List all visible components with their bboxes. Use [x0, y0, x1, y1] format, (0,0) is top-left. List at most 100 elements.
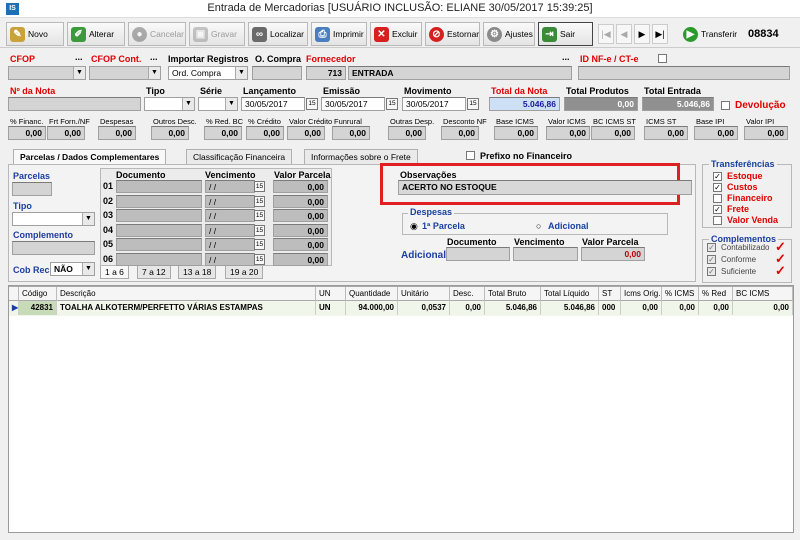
tax-field[interactable]: 0,00: [151, 126, 189, 140]
parcela-vencimento-field[interactable]: / /: [205, 209, 255, 222]
id-nfe-checkbox[interactable]: [658, 54, 667, 63]
parcela-documento-field[interactable]: [116, 194, 202, 208]
ajustes-button[interactable]: ⚙ Ajustes: [483, 22, 535, 46]
calendar-icon[interactable]: 15: [254, 181, 265, 192]
localizar-button[interactable]: ∞ Localizar: [248, 22, 308, 46]
id-nfe-field[interactable]: [578, 66, 790, 80]
despesa-vencimento-field[interactable]: [513, 247, 578, 261]
calendar-icon[interactable]: 15: [306, 98, 318, 110]
next-record-icon[interactable]: ▶: [634, 24, 650, 44]
tax-field[interactable]: 0,00: [441, 126, 479, 140]
parcela-documento-field[interactable]: [116, 238, 202, 251]
tipo-select[interactable]: ▼: [144, 97, 195, 111]
first-record-icon[interactable]: |◀: [598, 24, 614, 44]
column-header[interactable]: ST: [599, 287, 621, 301]
calendar-icon[interactable]: 15: [254, 195, 265, 207]
parcela-valor-field[interactable]: 0,00: [273, 252, 328, 266]
parcelas-page-tab[interactable]: 13 a 18: [178, 266, 217, 279]
tab-parcelas[interactable]: Parcelas / Dados Complementares: [13, 149, 167, 165]
tab-classificacao[interactable]: Classificação Financeira: [186, 149, 293, 165]
tax-field[interactable]: 0,00: [246, 126, 284, 140]
gravar-button[interactable]: ▣ Gravar: [189, 22, 245, 46]
parcela-vencimento-field[interactable]: / /: [205, 238, 255, 251]
despesa-valor-field[interactable]: 0,00: [581, 247, 645, 261]
column-header[interactable]: UN: [316, 287, 346, 301]
parcela-vencimento-field[interactable]: / /: [205, 223, 255, 237]
parcela-documento-field[interactable]: [116, 209, 202, 222]
column-header[interactable]: Código: [19, 287, 57, 301]
last-record-icon[interactable]: ▶|: [652, 24, 668, 44]
parcela-documento-field[interactable]: [116, 180, 202, 193]
despesa-documento-field[interactable]: [446, 247, 510, 261]
parcelas-page-tab[interactable]: 1 a 6: [100, 266, 129, 279]
parcelas-page-tab[interactable]: 7 a 12: [137, 266, 171, 279]
transferir-button[interactable]: ▶ Transferir: [680, 22, 744, 46]
tax-field[interactable]: 0,00: [47, 126, 85, 140]
novo-button[interactable]: ✎ Novo: [6, 22, 64, 46]
parcela-valor-field[interactable]: 0,00: [273, 223, 328, 237]
emissao-field[interactable]: 30/05/2017: [321, 97, 385, 111]
tax-field[interactable]: 0,00: [287, 126, 325, 140]
column-header[interactable]: BC ICMS: [733, 287, 793, 301]
parcela-documento-field[interactable]: [116, 252, 202, 266]
tax-field[interactable]: 0,00: [744, 126, 788, 140]
alterar-button[interactable]: ✐ Alterar: [67, 22, 125, 46]
cfop-lookup-icon[interactable]: ...: [75, 52, 83, 62]
ocompra-field[interactable]: [252, 66, 302, 80]
cfop-cont-select[interactable]: ▼: [89, 66, 161, 80]
sair-button[interactable]: ⇥ Sair: [538, 22, 593, 46]
importar-select[interactable]: Ord. Compra ▼: [168, 66, 248, 80]
transfer-checkbox[interactable]: ✓: [713, 205, 722, 214]
devolucao-checkbox[interactable]: [721, 101, 730, 110]
parcela-valor-field[interactable]: 0,00: [273, 180, 328, 193]
parcela-valor-field[interactable]: 0,00: [273, 194, 328, 208]
tax-field[interactable]: 0,00: [494, 126, 538, 140]
calendar-icon[interactable]: 15: [386, 98, 398, 110]
column-header[interactable]: Icms Orig.: [621, 287, 662, 301]
excluir-button[interactable]: ✕ Excluir: [370, 22, 422, 46]
parcela-valor-field[interactable]: 0,00: [273, 238, 328, 251]
transfer-checkbox[interactable]: ✓: [713, 172, 722, 181]
tax-field[interactable]: 0,00: [388, 126, 426, 140]
radio-adicional-icon[interactable]: ○: [536, 221, 541, 231]
imprimir-button[interactable]: ⎙ Imprimir: [311, 22, 367, 46]
complemento-checkbox[interactable]: ✓: [707, 243, 716, 252]
fornecedor-name[interactable]: ENTRADA: [348, 66, 572, 80]
prev-record-icon[interactable]: ◀: [616, 24, 632, 44]
column-header[interactable]: Desc.: [450, 287, 485, 301]
column-header[interactable]: Descrição: [57, 287, 316, 301]
radio-1a-parcela-icon[interactable]: ◉: [410, 221, 418, 232]
calendar-icon[interactable]: 15: [467, 98, 479, 110]
calendar-icon[interactable]: 15: [254, 210, 265, 221]
tax-field[interactable]: 0,00: [644, 126, 688, 140]
total-nota-field[interactable]: 5.046,86: [489, 97, 560, 111]
complemento-field[interactable]: [12, 241, 95, 255]
lancamento-field[interactable]: 30/05/2017: [241, 97, 305, 111]
complemento-checkbox[interactable]: ✓: [707, 255, 716, 264]
nota-field[interactable]: [8, 97, 141, 111]
movimento-field[interactable]: 30/05/2017: [402, 97, 466, 111]
column-header[interactable]: Total Bruto: [485, 287, 541, 301]
parcela-valor-field[interactable]: 0,00: [273, 209, 328, 222]
column-header[interactable]: Quantidade: [346, 287, 398, 301]
parcelas-field[interactable]: [12, 182, 52, 196]
column-header[interactable]: % ICMS: [662, 287, 699, 301]
cancelar-button[interactable]: ● Cancelar: [128, 22, 186, 46]
tax-field[interactable]: 0,00: [8, 126, 46, 140]
column-header[interactable]: Unitário: [398, 287, 450, 301]
fornecedor-lookup-icon[interactable]: ...: [562, 52, 570, 62]
tipo-parcela-select[interactable]: ▼: [12, 212, 95, 226]
serie-select[interactable]: ▼: [198, 97, 238, 111]
tax-field[interactable]: 0,00: [98, 126, 136, 140]
cfop-cont-lookup-icon[interactable]: ...: [150, 52, 158, 62]
tax-field[interactable]: 0,00: [204, 126, 242, 140]
table-row[interactable]: ▶ 42831 TOALHA ALKOTERM/PERFETTO VÁRIAS ES…: [9, 301, 793, 316]
estornar-button[interactable]: ⊘ Estornar: [425, 22, 480, 46]
parcela-vencimento-field[interactable]: / /: [205, 180, 255, 193]
calendar-icon[interactable]: 15: [254, 253, 265, 265]
column-header[interactable]: Total Líquido: [541, 287, 599, 301]
prefixo-checkbox[interactable]: [466, 151, 475, 160]
column-header[interactable]: % Red: [699, 287, 733, 301]
tax-field[interactable]: 0,00: [694, 126, 738, 140]
cfop-select[interactable]: ▼: [8, 66, 86, 80]
